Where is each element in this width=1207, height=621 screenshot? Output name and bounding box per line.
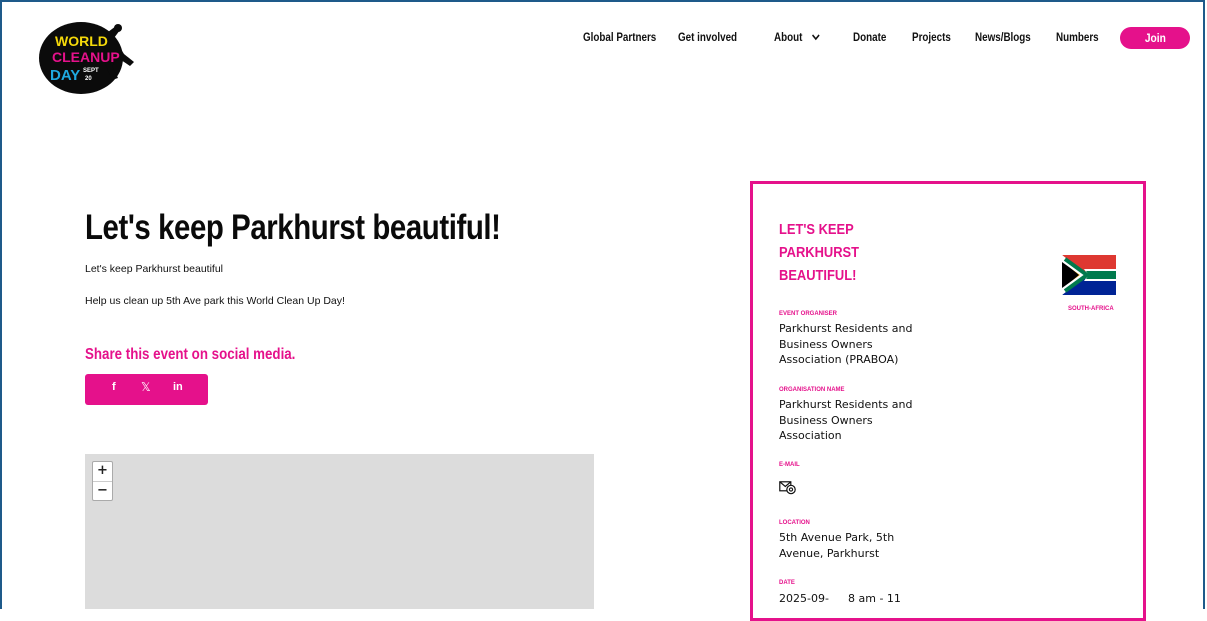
map-zoom-control: + − (92, 461, 113, 501)
page-title: Let's keep Parkhurst beautiful! (85, 208, 501, 247)
share-bar: f 𝕏 in (85, 374, 208, 405)
location-label: LOCATION (779, 520, 810, 526)
x-twitter-icon[interactable]: 𝕏 (141, 380, 151, 394)
logo-badge: SEPT (83, 68, 99, 74)
south-africa-flag-icon (1062, 255, 1116, 295)
logo-word-day: DAY (50, 67, 80, 84)
nav-about-label: About (774, 30, 803, 44)
event-description: Help us clean up 5th Ave park this World… (85, 295, 345, 307)
chevron-down-icon (812, 34, 820, 41)
logo-badge-num: 20 (85, 76, 92, 82)
linkedin-icon[interactable]: in (173, 381, 183, 393)
organiser-value: Parkhurst Residents and Business Owners … (779, 322, 913, 366)
logo-word-world: WORLD (55, 33, 108, 49)
location-value: 5th Avenue Park, 5th Avenue, Parkhurst (779, 531, 895, 560)
world-cleanup-day-logo[interactable]: WORLD CLEANUP DAY SEPT 20 (38, 20, 142, 96)
organisation-name-label: ORGANISATION NAME (779, 387, 845, 393)
event-map[interactable]: + − (85, 454, 594, 609)
join-label: Join (1144, 31, 1166, 45)
nav-about[interactable]: About (774, 30, 820, 44)
country-label: SOUTH-AFRICA (1068, 306, 1114, 312)
zoom-out-button[interactable]: − (93, 481, 112, 500)
organiser-label: EVENT ORGANISER (779, 311, 838, 317)
nav-projects[interactable]: Projects (912, 30, 951, 44)
event-subtitle: Let's keep Parkhurst beautiful (85, 263, 224, 275)
time-value: 8 am - 11 (848, 592, 901, 605)
facebook-icon[interactable]: f (112, 381, 116, 393)
organisation-name-value: Parkhurst Residents and Business Owners … (779, 398, 913, 442)
nav-news-blogs[interactable]: News/Blogs (975, 30, 1031, 44)
share-heading: Share this event on social media. (85, 346, 296, 363)
email-label: E-MAIL (779, 462, 800, 468)
join-button[interactable]: Join (1120, 27, 1190, 49)
card-title: LET'S KEEP PARKHURST BEAUTIFUL! (779, 221, 860, 284)
date-value: 2025-09- (779, 592, 829, 605)
email-icon[interactable] (779, 481, 797, 495)
nav-global-partners[interactable]: Global Partners (583, 30, 656, 44)
nav-donate[interactable]: Donate (853, 30, 886, 44)
nav-get-involved[interactable]: Get involved (678, 30, 737, 44)
date-label: DATE (779, 580, 795, 586)
zoom-in-button[interactable]: + (93, 462, 112, 481)
nav-numbers[interactable]: Numbers (1056, 30, 1099, 44)
logo-word-cleanup: CLEANUP (52, 49, 120, 65)
